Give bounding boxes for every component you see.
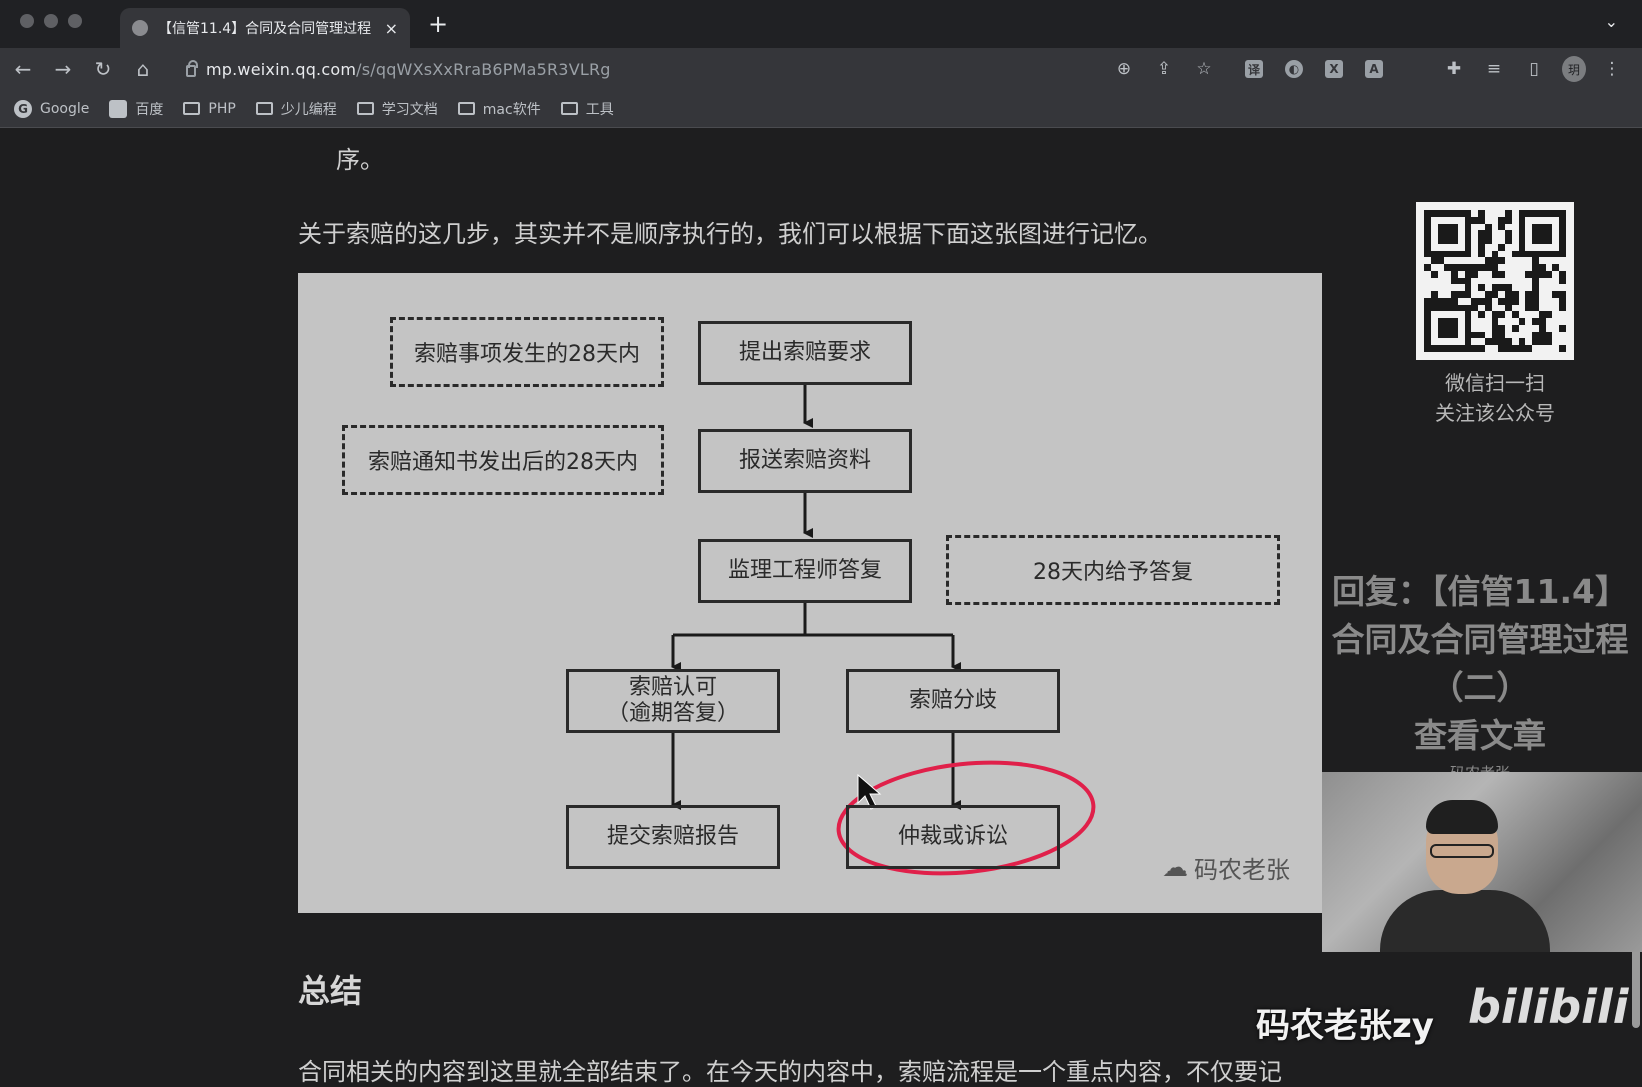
note-28-days-after-notice: 索赔通知书发出后的28天内 xyxy=(342,425,664,495)
bookmark-mac-software[interactable]: mac软件 xyxy=(457,99,541,119)
side-panel-icon[interactable]: ▯ xyxy=(1522,57,1546,81)
streamer-name: 码农老张zy xyxy=(1256,1006,1434,1046)
lock-icon xyxy=(186,60,198,77)
qr-caption-scan: 微信扫一扫 xyxy=(1445,371,1545,395)
font-extension-icon[interactable]: A xyxy=(1362,57,1386,81)
url-text: mp.weixin.qq.com/s/qqWXsXxRraB6PMa5R3VLR… xyxy=(206,60,611,79)
image-watermark: ☁ 码农老张 xyxy=(1162,850,1290,885)
share-icon[interactable]: ⇪ xyxy=(1152,57,1176,81)
reload-icon[interactable]: ↻ xyxy=(90,56,116,82)
url-host: mp.weixin.qq.com xyxy=(206,59,357,79)
back-arrow-icon[interactable]: ← xyxy=(10,56,36,82)
claim-approved-label: 索赔认可 xyxy=(628,674,717,700)
browser-toolbar: ← → ↻ ⌂ mp.weixin.qq.com/s/qqWXsXxRraB6P… xyxy=(0,48,1642,90)
reading-list-icon[interactable]: ≡ xyxy=(1482,57,1506,81)
google-icon: G xyxy=(14,99,32,118)
step-submit-claim-report: 提交索赔报告 xyxy=(566,805,780,869)
presenter-glasses xyxy=(1430,844,1494,858)
tab-close-icon[interactable]: × xyxy=(385,19,398,38)
bookmark-php[interactable]: PHP xyxy=(183,101,236,117)
qr-code-image xyxy=(1416,202,1574,360)
step-send-claim-materials: 报送索赔资料 xyxy=(698,429,912,493)
bookmarks-bar: G Google 百度 PHP 少儿编程 学习文档 mac软件 工具 xyxy=(0,90,1642,128)
tab-search-chevron-icon[interactable]: ⌄ xyxy=(1605,12,1618,31)
url-path: /s/qqWXsXxRraB6PMa5R3VLRg xyxy=(356,59,611,79)
webcam-overlay xyxy=(1322,772,1642,952)
bilibili-logo: bilibili xyxy=(1468,980,1629,1034)
profile-avatar[interactable]: 玥 xyxy=(1562,56,1586,82)
menu-kebab-icon[interactable]: ⋮ xyxy=(1600,57,1624,81)
translate-extension-icon[interactable]: 译 xyxy=(1242,57,1266,81)
view-article-link[interactable]: 查看文章 xyxy=(1318,712,1642,760)
section-heading-summary: 总结 xyxy=(298,972,363,1010)
wechat-logo-icon: ☁ xyxy=(1162,852,1188,883)
bookmark-study-docs[interactable]: 学习文档 xyxy=(356,99,438,119)
x-extension-icon[interactable]: X xyxy=(1322,57,1346,81)
step-supervisor-reply: 监理工程师答复 xyxy=(698,539,912,603)
folder-icon xyxy=(457,102,475,115)
promo-line-part: （二） xyxy=(1430,668,1530,707)
bookmark-google[interactable]: G Google xyxy=(14,99,89,118)
folder-icon xyxy=(255,102,273,115)
note-28-days-after-event: 索赔事项发生的28天内 xyxy=(390,317,664,387)
qr-caption-follow: 关注该公众号 xyxy=(1435,401,1555,425)
note-reply-within-28-days: 28天内给予答复 xyxy=(946,535,1280,605)
address-bar[interactable]: mp.weixin.qq.com/s/qqWXsXxRraB6PMa5R3VLR… xyxy=(176,51,1476,87)
qr-caption: 微信扫一扫 关注该公众号 xyxy=(1380,368,1610,428)
maximize-window-button[interactable] xyxy=(68,14,82,28)
claims-flowchart-image: 索赔事项发生的28天内 索赔通知书发出后的28天内 28天内给予答复 提出索赔要… xyxy=(298,273,1322,913)
conclusion-paragraph: 合同相关的内容到这里就全部结束了。在今天的内容中，索赔流程是一个重点内容，不仅要… xyxy=(298,1058,1282,1086)
forward-arrow-icon[interactable]: → xyxy=(50,56,76,82)
extensions-puzzle-icon[interactable]: ✚ xyxy=(1442,57,1466,81)
folder-icon xyxy=(356,102,374,115)
wechat-favicon-icon xyxy=(132,20,148,36)
step-arbitration-or-litigation: 仲裁或诉讼 xyxy=(846,805,1060,869)
bookmark-tools[interactable]: 工具 xyxy=(560,99,614,119)
circle-extension-icon[interactable]: ◐ xyxy=(1282,57,1306,81)
tab-title: 【信管11.4】合同及合同管理过程 xyxy=(158,21,372,37)
folder-icon xyxy=(560,102,578,115)
promo-line-reply: 回复：【信管11.4】 xyxy=(1332,572,1628,611)
reply-promo: 回复：【信管11.4】 合同及合同管理过程 （二） 查看文章 码农老张 xyxy=(1318,568,1642,786)
baidu-icon xyxy=(109,99,128,118)
presenter-body xyxy=(1380,890,1550,952)
mouse-cursor-icon xyxy=(857,773,882,810)
home-icon[interactable]: ⌂ xyxy=(130,56,156,82)
bookmark-kids-coding[interactable]: 少儿编程 xyxy=(255,99,337,119)
close-window-button[interactable] xyxy=(20,14,34,28)
intro-paragraph: 关于索赔的这几步，其实并不是顺序执行的，我们可以根据下面这张图进行记忆。 xyxy=(298,220,1162,248)
overdue-reply-label: （逾期答复） xyxy=(606,701,739,726)
browser-tab[interactable]: 【信管11.4】合同及合同管理过程 × xyxy=(120,8,410,48)
zoom-icon[interactable]: ⊕ xyxy=(1112,57,1136,81)
tab-strip: 【信管11.4】合同及合同管理过程 × + ⌄ xyxy=(0,0,1642,48)
promo-line-title: 合同及合同管理过程 xyxy=(1331,620,1629,659)
step-claim-approved: 索赔认可 （逾期答复） xyxy=(566,669,780,733)
new-tab-button[interactable]: + xyxy=(428,10,448,38)
step-submit-claim: 提出索赔要求 xyxy=(698,321,912,385)
presenter-hair xyxy=(1426,800,1498,834)
bookmark-baidu[interactable]: 百度 xyxy=(109,99,163,119)
minimize-window-button[interactable] xyxy=(44,14,58,28)
step-claim-dispute: 索赔分歧 xyxy=(846,669,1060,733)
watermark-text: 码农老张 xyxy=(1194,856,1290,884)
folder-icon xyxy=(183,102,201,115)
text-fragment: 序。 xyxy=(336,146,384,174)
bookmark-star-icon[interactable]: ☆ xyxy=(1192,57,1216,81)
